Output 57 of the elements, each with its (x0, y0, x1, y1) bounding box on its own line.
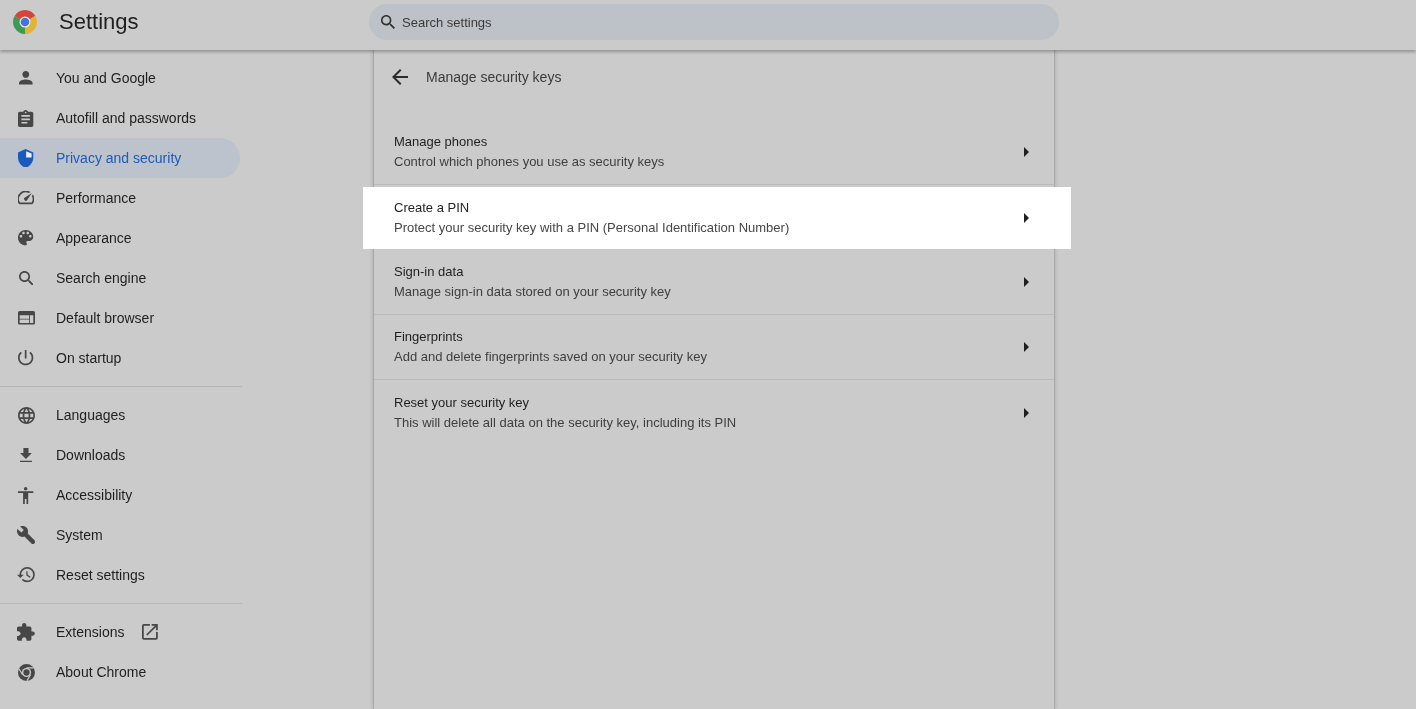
sidebar-item[interactable]: Autofill and passwords (0, 98, 240, 138)
row-description: Protect your security key with a PIN (Personal Identification Number) (394, 219, 790, 237)
gauge-icon (17, 191, 35, 205)
history-icon (17, 567, 35, 583)
palette-icon (18, 230, 34, 246)
browser-window-icon (17, 311, 35, 325)
caret-icon (1024, 213, 1029, 223)
person-icon (19, 71, 33, 85)
row-title: Manage phones (394, 133, 488, 151)
search-icon (18, 270, 34, 286)
clipboard-icon (18, 109, 34, 127)
puzzle-piece-icon (17, 623, 35, 641)
external-link-icon (142, 624, 159, 640)
row-title: Sign-in data (394, 263, 464, 281)
sidebar-item[interactable]: Appearance (0, 218, 240, 258)
sidebar-item[interactable]: Languages (0, 395, 240, 435)
sidebar-item[interactable]: About Chrome (0, 652, 240, 692)
sidebar-item[interactable]: Extensions (0, 612, 240, 652)
sidebar-item[interactable]: Privacy and security (0, 138, 240, 178)
caret-icon (1024, 407, 1029, 418)
accessibility-figure-icon (18, 486, 34, 504)
caret-icon (1024, 277, 1029, 287)
sidebar-item[interactable]: On startup (0, 338, 240, 378)
row-description: Control which phones you use as security keys (394, 153, 665, 171)
sidebar-item[interactable]: System (0, 515, 240, 555)
sidebar-item[interactable]: Reset settings (0, 555, 240, 595)
logo-icon (13, 10, 37, 34)
back-arrow-icon[interactable] (392, 69, 408, 85)
settings-row[interactable]: Create a PIN Protect your security key with a PIN (Personal Identification Number) (363, 187, 1071, 249)
caret-icon (1024, 147, 1029, 157)
settings-row[interactable]: Manage phones Control which phones you use as security keys (374, 120, 1054, 185)
row-title: Create a PIN (394, 199, 470, 217)
row-description: Manage sign-in data stored on your security key (394, 283, 671, 301)
settings-row[interactable]: Sign-in data Manage sign-in data stored on your security key (374, 250, 1054, 315)
sidebar-item[interactable]: Default browser (0, 298, 240, 338)
page-title: Settings (59, 8, 139, 36)
sidebar-item[interactable]: You and Google (0, 58, 240, 98)
row-description: This will delete all data on the security key, including its PIN (394, 413, 737, 432)
logo-outline-icon (17, 663, 35, 681)
globe-icon (17, 406, 35, 424)
search-icon (381, 15, 395, 29)
settings-row[interactable]: Fingerprints Add and delete fingerprints saved on your security key (374, 315, 1054, 380)
row-title: Reset your security key (394, 393, 530, 412)
shield-icon (18, 148, 34, 168)
row-title: Fingerprints (394, 328, 463, 346)
settings-row[interactable]: Reset your security key This will delete all data on the security key, including its PIN (374, 380, 1054, 445)
wrench-icon (16, 525, 36, 545)
sidebar-item[interactable]: Search engine (0, 258, 240, 298)
power-icon (18, 350, 34, 366)
sidebar-item[interactable]: Performance (0, 178, 240, 218)
search-field[interactable]: Search settings (369, 4, 1059, 40)
caret-icon (1024, 342, 1029, 352)
sidebar-item[interactable]: Accessibility (0, 475, 240, 515)
download-icon (20, 447, 32, 463)
subpage-title: Manage security keys (426, 67, 562, 87)
sidebar-item[interactable]: Downloads (0, 435, 240, 475)
row-description: Add and delete fingerprints saved on your security key (394, 348, 707, 366)
